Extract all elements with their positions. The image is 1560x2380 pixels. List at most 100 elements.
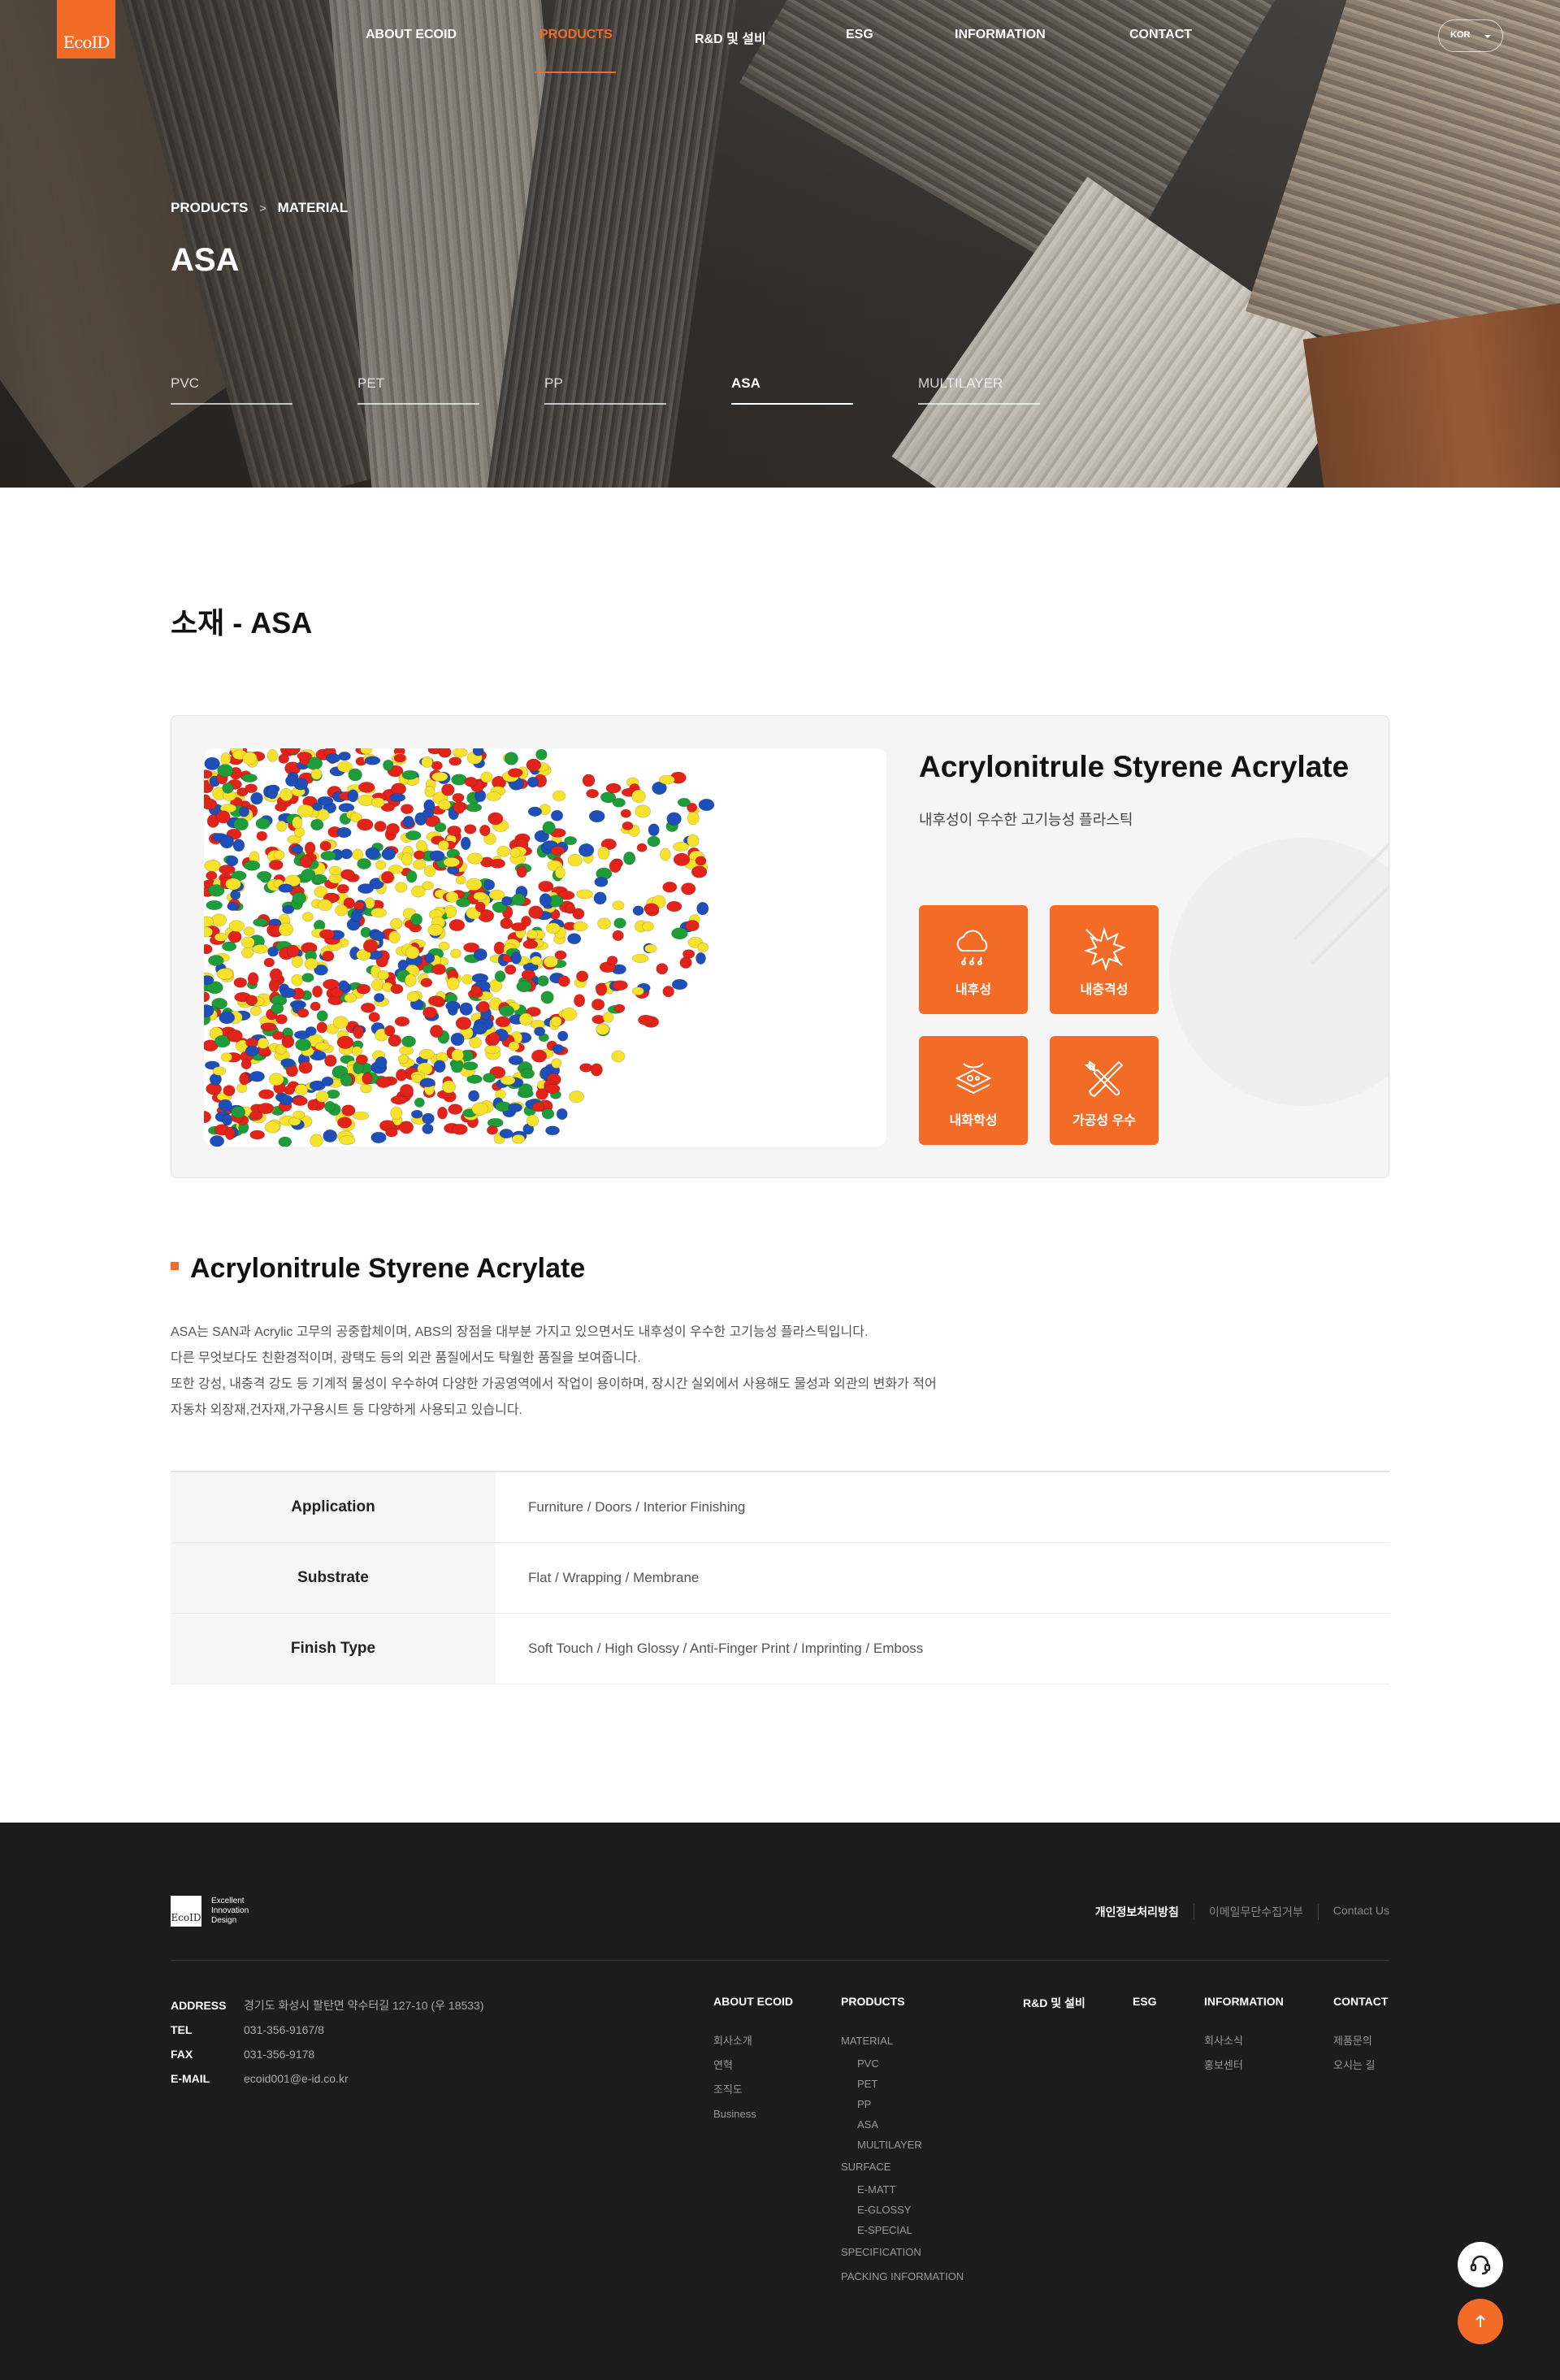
footer-link[interactable]: SURFACE (841, 2155, 964, 2179)
scroll-top-button[interactable] (1458, 2299, 1503, 2344)
breadcrumb-material[interactable]: MATERIAL (278, 200, 349, 216)
nav-information[interactable]: INFORMATION (955, 28, 1046, 42)
pellet (214, 932, 228, 942)
footer-link[interactable]: 회사소식 (1204, 2029, 1284, 2053)
detail-title: Acrylonitrule Styrene Acrylate (190, 1253, 586, 1284)
pellet (231, 1106, 246, 1119)
footer-logo[interactable]: EcoID Excellent Innovation Design (171, 1896, 249, 1927)
pellet (389, 917, 403, 930)
footer-col-title[interactable]: R&D 및 설비 (1023, 1995, 1086, 2011)
pellet (312, 985, 323, 998)
pellet (340, 869, 355, 880)
pellet (438, 748, 452, 758)
footer-link[interactable]: E-GLOSSY (841, 2200, 964, 2220)
tab-asa[interactable]: ASA (731, 375, 853, 405)
pellet (337, 1116, 353, 1129)
pellet (431, 964, 447, 975)
pellet (391, 782, 407, 796)
pellet (241, 947, 254, 959)
footer-link[interactable]: ASA (841, 2114, 964, 2135)
pellet (516, 865, 527, 878)
footer-link[interactable]: E-SPECIAL (841, 2220, 964, 2240)
tab-pp[interactable]: PP (544, 375, 666, 405)
pellet (338, 980, 349, 992)
pellet (550, 1016, 562, 1027)
pellet (412, 859, 427, 870)
pellet (500, 917, 514, 930)
footer-link[interactable]: 오시는 길 (1333, 2053, 1388, 2078)
pellet (520, 1068, 535, 1079)
nav-rnd[interactable]: R&D 및 설비 (695, 28, 766, 47)
nav-products[interactable]: PRODUCTS (540, 28, 613, 42)
pellet (422, 809, 435, 818)
footer-link[interactable]: PP (841, 2094, 964, 2114)
footer-link[interactable]: 회사소개 (713, 2029, 793, 2053)
footer-col-title[interactable]: INFORMATION (1204, 1995, 1284, 2008)
nav-contact[interactable]: CONTACT (1129, 28, 1192, 42)
tab-pet[interactable]: PET (358, 375, 479, 405)
pellet (400, 804, 414, 814)
footer-link[interactable]: SPECIFICATION (841, 2240, 964, 2265)
nav-esg[interactable]: ESG (846, 28, 873, 42)
pellet (427, 923, 444, 937)
pellet (281, 1034, 295, 1048)
pellet (257, 1037, 270, 1049)
tab-multilayer[interactable]: MULTILAYER (918, 375, 1040, 405)
pellet (257, 1103, 275, 1115)
footer-link[interactable]: PVC (841, 2053, 964, 2074)
pellet (483, 879, 496, 891)
pellet (301, 912, 314, 922)
nav-active-indicator (535, 72, 616, 73)
footer-col-title[interactable]: CONTACT (1333, 1995, 1388, 2008)
privacy-policy-link[interactable]: 개인정보처리방침 (1095, 1904, 1194, 1920)
pellet (401, 1035, 416, 1047)
footer-link[interactable]: E-MATT (841, 2179, 964, 2200)
footer-col-title[interactable]: ABOUT ECOID (713, 1995, 793, 2008)
chevron-right-icon: > (259, 202, 266, 215)
pellet (294, 1083, 309, 1096)
pellet (671, 978, 688, 991)
pellet (526, 929, 538, 939)
footer-link[interactable]: Business (713, 2102, 793, 2126)
pellet (550, 845, 566, 856)
footer-link[interactable]: 조직도 (713, 2078, 793, 2102)
footer-link[interactable]: PACKING INFORMATION (841, 2265, 964, 2289)
pellet (210, 1135, 225, 1147)
pellet (284, 1085, 295, 1095)
pellet (448, 919, 466, 932)
tab-pvc[interactable]: PVC (171, 375, 292, 405)
pellet (335, 904, 349, 917)
pellet (370, 907, 388, 918)
footer-link[interactable]: 연혁 (713, 2053, 793, 2078)
pellet (247, 972, 259, 986)
support-button[interactable] (1458, 2242, 1503, 2287)
pellet (557, 975, 570, 987)
pellet (413, 850, 425, 860)
footer-link[interactable]: MATERIAL (841, 2029, 964, 2053)
pellet (445, 1000, 461, 1012)
email-policy-link[interactable]: 이메일무단수집거부 (1193, 1904, 1318, 1920)
pellet (528, 905, 544, 920)
pellet (538, 880, 554, 892)
language-selector[interactable]: KOR (1438, 20, 1503, 52)
pellet (591, 998, 605, 1011)
footer-col-title[interactable]: PRODUCTS (841, 1995, 964, 2008)
pellet (658, 774, 675, 785)
feature-chemical-resistance: 내화학성 (919, 1036, 1028, 1145)
pellet (305, 1026, 317, 1037)
breadcrumb-products[interactable]: PRODUCTS (171, 200, 248, 216)
contact-us-link[interactable]: Contact Us (1317, 1904, 1389, 1920)
pellet (551, 1058, 562, 1069)
pellet (401, 852, 413, 866)
pellet (375, 860, 387, 870)
footer-link[interactable]: 홍보센터 (1204, 2053, 1284, 2078)
pellet (422, 1123, 434, 1135)
pellet (509, 848, 521, 858)
pellet (226, 855, 239, 867)
footer-col-title[interactable]: ESG (1133, 1995, 1157, 2008)
pellet (530, 956, 542, 965)
footer-link[interactable]: MULTILAYER (841, 2135, 964, 2155)
footer-link[interactable]: PET (841, 2074, 964, 2094)
nav-about[interactable]: ABOUT ECOID (366, 28, 457, 42)
footer-link[interactable]: 제품문의 (1333, 2029, 1388, 2053)
